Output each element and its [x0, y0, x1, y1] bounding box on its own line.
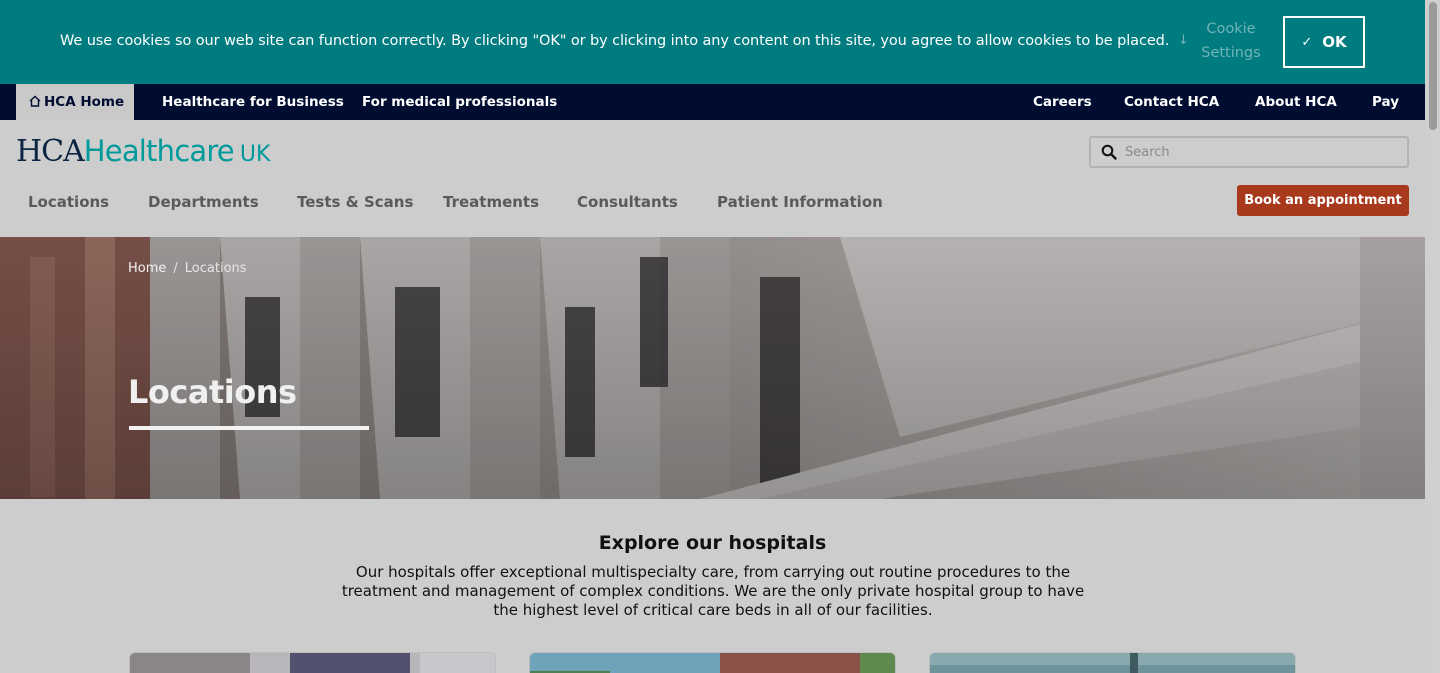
breadcrumb-home[interactable]: Home: [128, 261, 166, 276]
cookie-settings-label-1: Cookie: [1206, 21, 1256, 37]
top-nav-medical[interactable]: For medical professionals: [362, 84, 557, 120]
explore-heading: Explore our hospitals: [598, 532, 827, 554]
main-nav-locations[interactable]: Locations: [28, 193, 109, 211]
logo-hca: HCA: [16, 134, 85, 169]
site-header: HCAHealthcareUK Locations Departments Te…: [0, 120, 1425, 237]
search-icon[interactable]: [1101, 144, 1117, 160]
hospital-card-image: [130, 653, 495, 673]
breadcrumb-separator: /: [173, 261, 178, 276]
logo-uk: UK: [239, 142, 271, 167]
top-nav-home-label: HCA Home: [44, 94, 125, 110]
top-nav: HCA Home Healthcare for Business For med…: [0, 84, 1425, 120]
title-underline: [129, 426, 369, 430]
cookie-banner: We use cookies so our web site can funct…: [0, 0, 1440, 84]
home-icon: [29, 95, 41, 107]
breadcrumb: Home / Locations: [128, 261, 247, 276]
main-nav-departments[interactable]: Departments: [148, 193, 259, 211]
cookie-ok-button[interactable]: ✓ OK: [1283, 16, 1365, 68]
main-nav-treatments[interactable]: Treatments: [443, 193, 539, 211]
book-appointment-button[interactable]: Book an appointment: [1237, 185, 1409, 216]
top-nav-contact[interactable]: Contact HCA: [1124, 84, 1219, 120]
cookie-settings-button[interactable]: ↓ Cookie Settings: [1176, 17, 1266, 65]
breadcrumb-current: Locations: [184, 261, 247, 276]
scrollbar-thumb[interactable]: [1429, 2, 1437, 130]
hospital-card[interactable]: [129, 652, 496, 673]
search-input[interactable]: [1125, 141, 1395, 163]
top-nav-pay[interactable]: Pay: [1372, 84, 1399, 120]
hca-logo[interactable]: HCAHealthcare UK: [16, 134, 270, 169]
main-nav-tests[interactable]: Tests & Scans: [297, 193, 413, 211]
main-nav-consultants[interactable]: Consultants: [577, 193, 678, 211]
main-nav-patient-info[interactable]: Patient Information: [717, 193, 883, 211]
top-nav-home[interactable]: HCA Home: [16, 84, 134, 120]
cookie-settings-label-2: Settings: [1201, 45, 1261, 61]
explore-description: Our hospitals offer exceptional multispe…: [341, 563, 1085, 619]
logo-healthcare: Healthcare: [83, 134, 235, 168]
hero-banner: Home / Locations Locations: [0, 237, 1425, 499]
hospital-card-image: [930, 653, 1295, 673]
top-nav-about[interactable]: About HCA: [1255, 84, 1337, 120]
cookie-message: We use cookies so our web site can funct…: [60, 33, 1170, 49]
arrow-down-icon: ↓: [1178, 33, 1189, 48]
page-title: Locations: [128, 373, 297, 411]
top-nav-careers[interactable]: Careers: [1033, 84, 1092, 120]
hospital-card[interactable]: [529, 652, 896, 673]
cookie-ok-label: OK: [1322, 33, 1347, 51]
hospital-card-image: [530, 653, 895, 673]
hospital-card[interactable]: [929, 652, 1296, 673]
top-nav-business[interactable]: Healthcare for Business: [162, 84, 344, 120]
search-box: [1089, 136, 1409, 168]
hero-building-image: [0, 237, 1425, 499]
checkmark-icon: ✓: [1301, 34, 1313, 50]
